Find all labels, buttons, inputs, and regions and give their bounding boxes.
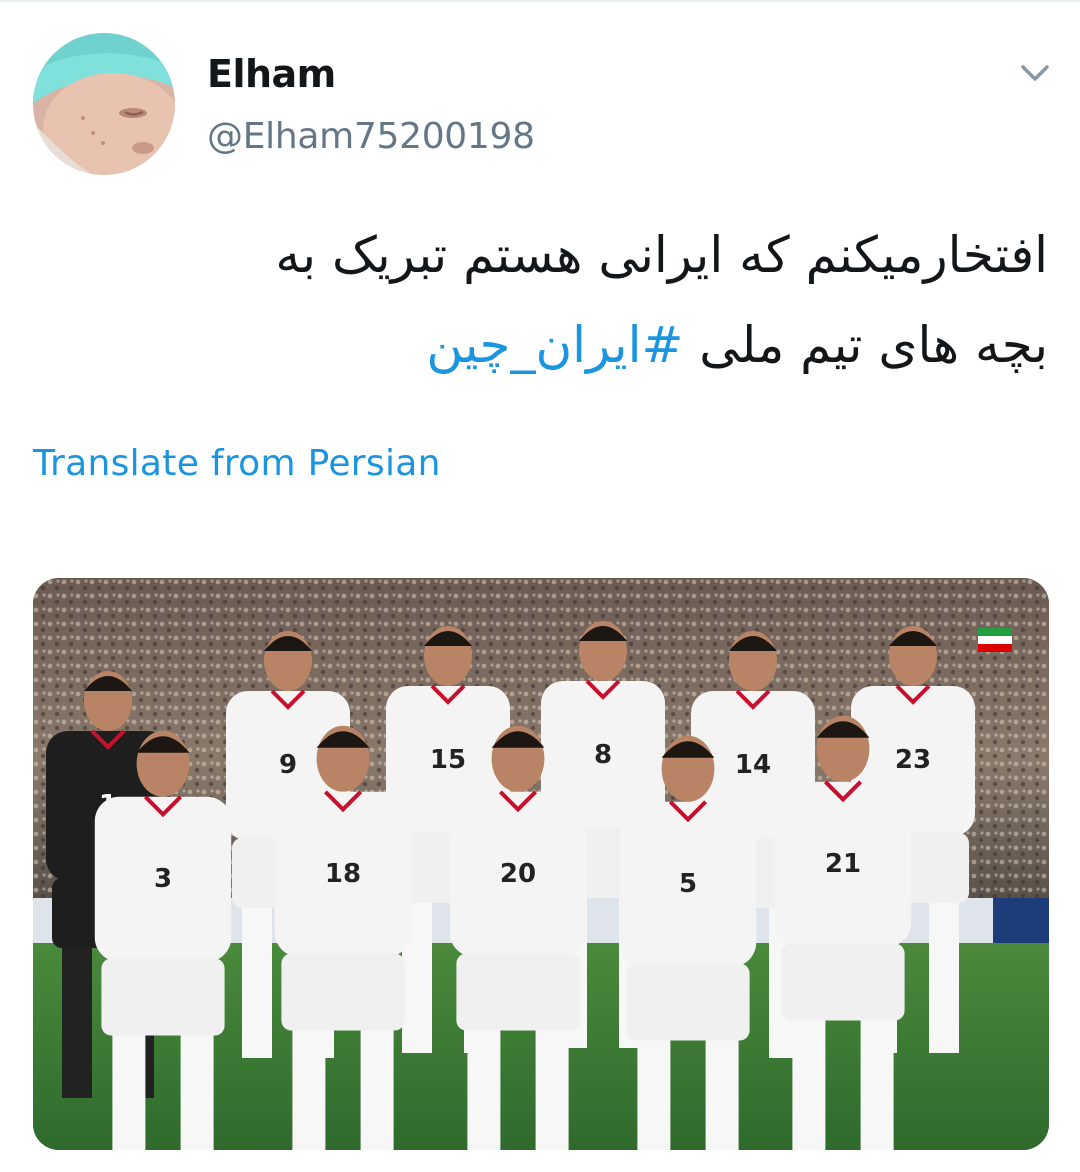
player-left-leg bbox=[637, 1040, 671, 1150]
player-left-leg bbox=[242, 908, 272, 1058]
jersey-number: 23 bbox=[895, 745, 931, 775]
tweet-menu-button[interactable] bbox=[1018, 58, 1052, 88]
translate-link[interactable]: Translate from Persian bbox=[33, 443, 441, 484]
user-handle[interactable]: @Elham75200198 bbox=[207, 116, 535, 157]
team-photo-image: 19158142331820521 bbox=[33, 578, 1049, 1150]
baby-photo-avatar-icon bbox=[33, 33, 175, 175]
jersey-number: 8 bbox=[594, 740, 612, 770]
jersey-number: 20 bbox=[500, 859, 536, 889]
jersey-number: 14 bbox=[735, 750, 771, 780]
player-right-leg bbox=[535, 1030, 569, 1150]
player-shorts bbox=[456, 953, 580, 1031]
player-right-leg bbox=[860, 1020, 894, 1150]
player-left-leg bbox=[792, 1020, 826, 1150]
tweet-text-line-1: افتخارمیکنم که ایرانی هستم تبریک به bbox=[275, 226, 1048, 284]
top-divider bbox=[0, 0, 1080, 2]
player-right-leg bbox=[360, 1030, 394, 1150]
jersey-number: 18 bbox=[325, 859, 361, 889]
player-shorts bbox=[626, 963, 750, 1041]
jersey-number: 5 bbox=[679, 869, 697, 899]
player-left-leg bbox=[62, 948, 92, 1098]
chevron-down-icon bbox=[1021, 65, 1049, 81]
jersey-number: 21 bbox=[825, 849, 861, 879]
display-name[interactable]: Elham bbox=[207, 52, 336, 96]
jersey-number: 9 bbox=[279, 750, 297, 780]
tweet-text-plain: بچه های تیم ملی bbox=[699, 316, 1048, 374]
player-left-leg bbox=[467, 1030, 501, 1150]
tweet-text: افتخارمیکنم که ایرانی هستم تبریک به بچه … bbox=[40, 210, 1048, 390]
jersey-number: 3 bbox=[154, 864, 172, 894]
jersey-number: 15 bbox=[430, 745, 466, 775]
player-shorts bbox=[781, 943, 905, 1021]
hashtag-link[interactable]: #ایران_چین bbox=[426, 316, 683, 374]
tweet-media[interactable]: 19158142331820521 bbox=[33, 578, 1049, 1150]
player-right-leg bbox=[180, 1035, 214, 1150]
player-left-leg bbox=[292, 1030, 326, 1150]
avatar[interactable] bbox=[33, 33, 175, 175]
player-left-leg bbox=[112, 1035, 146, 1150]
player-shorts bbox=[281, 953, 405, 1031]
tweet-text-line-2: بچه های تیم ملی #ایران_چین bbox=[40, 300, 1048, 390]
player-shorts bbox=[101, 958, 225, 1036]
player-right-leg bbox=[705, 1040, 739, 1150]
player-right-leg bbox=[929, 903, 959, 1053]
